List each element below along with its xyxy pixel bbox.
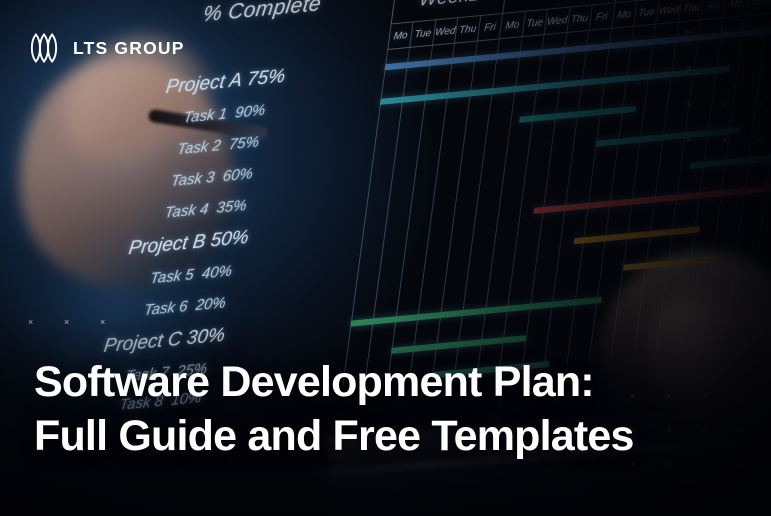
page-title-line-2: Full Guide and Free Templates	[34, 412, 634, 460]
brand-name: LTS GROUP	[73, 37, 185, 58]
page-title-line-1: Software Development Plan:	[34, 358, 595, 406]
brand-logo[interactable]: LTS GROUP	[26, 32, 185, 64]
page-title: Software Development Plan: Full Guide an…	[34, 355, 634, 463]
hero-banner: % Complete Project A 75% Task 1 90% Task…	[0, 0, 771, 516]
lts-group-diamonds-logo-icon	[30, 33, 58, 63]
